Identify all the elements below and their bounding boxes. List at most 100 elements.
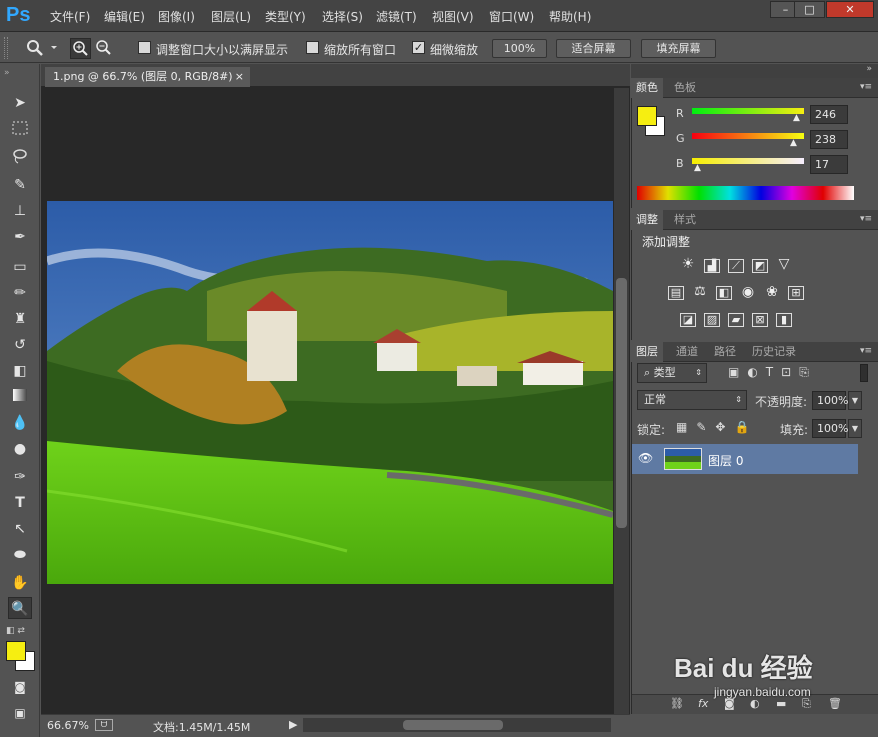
dodge-tool-icon[interactable]: ● [8, 438, 32, 460]
zoom-tool-icon[interactable]: 🔍 [8, 597, 32, 619]
zoom-tool-preset-icon[interactable] [24, 37, 58, 62]
eyedropper-tool-icon[interactable]: ✒ [8, 226, 32, 248]
grip-handle[interactable] [4, 37, 8, 59]
tab-styles[interactable]: 样式 [669, 210, 701, 230]
curves-icon[interactable]: ⟋ [728, 259, 744, 273]
fill-screen-button[interactable]: 填充屏幕 [641, 39, 716, 58]
channel-g-value[interactable]: 238 [810, 130, 848, 149]
menu-type[interactable]: 类型(Y) [265, 8, 306, 25]
hue-saturation-icon[interactable]: ▤ [668, 286, 684, 300]
vibrance-icon[interactable]: ▽ [776, 257, 792, 272]
history-brush-tool-icon[interactable]: ↺ [8, 334, 32, 356]
gradient-tool-icon[interactable] [8, 386, 32, 408]
color-balance-icon[interactable]: ⚖ [692, 285, 708, 300]
scrubby-zoom-checkbox[interactable]: ✓ [412, 41, 425, 54]
black-white-icon[interactable]: ◧ [716, 286, 732, 300]
menu-select[interactable]: 选择(S) [322, 8, 363, 25]
channel-b-slider[interactable] [692, 158, 804, 164]
lock-icons[interactable]: ▦✎✥🔒 [676, 420, 758, 434]
zoom-in-icon[interactable] [70, 38, 91, 59]
selective-color-icon[interactable]: ⊠ [752, 313, 768, 327]
zoom-out-icon[interactable] [94, 38, 115, 59]
document-tab[interactable]: 1.png @ 66.7% (图层 0, RGB/8#) × [45, 67, 250, 87]
blend-mode-dropdown[interactable]: 正常 ⇕ [637, 390, 747, 410]
color-spectrum-bar[interactable] [637, 186, 854, 200]
exposure-icon[interactable]: ◩ [752, 259, 768, 273]
layer-filter-icons[interactable]: ▣◐T⊡⎘ [728, 365, 817, 380]
channel-mixer-icon[interactable]: ❀ [764, 285, 780, 300]
eraser-tool-icon[interactable]: ◧ [8, 360, 32, 382]
quick-select-tool-icon[interactable]: ✎ [8, 174, 32, 196]
zoom-100-button[interactable]: 100% [492, 39, 547, 58]
vertical-scroll-thumb[interactable] [616, 278, 627, 528]
tab-swatches[interactable]: 色板 [669, 78, 701, 98]
tab-channels[interactable]: 通道 [671, 342, 703, 362]
panel-collapse-icon[interactable]: » [866, 64, 872, 74]
tab-history[interactable]: 历史记录 [747, 342, 801, 362]
channel-g-thumb[interactable]: ▲ [790, 138, 797, 148]
gradient-map-icon[interactable]: ▮ [776, 313, 792, 327]
channel-r-value[interactable]: 246 [810, 105, 848, 124]
posterize-icon[interactable]: ▨ [704, 313, 720, 327]
menu-view[interactable]: 视图(V) [432, 8, 474, 25]
crop-tool-icon[interactable]: ⊥ [8, 200, 32, 222]
status-preview-icon[interactable]: ᗨ [95, 719, 113, 731]
opacity-input[interactable]: 100% [812, 391, 848, 410]
layers-panel-menu-icon[interactable]: ▾≡ [860, 346, 872, 356]
zoom-all-checkbox[interactable] [306, 41, 319, 54]
channel-b-value[interactable]: 17 [810, 155, 848, 174]
color-panel-menu-icon[interactable]: ▾≡ [860, 82, 872, 92]
quick-mask-icon[interactable]: ◙ [8, 676, 32, 698]
brush-tool-icon[interactable]: ✏ [8, 282, 32, 304]
menu-file[interactable]: 文件(F) [50, 8, 90, 25]
foreground-color-swatch[interactable] [6, 641, 26, 661]
lasso-tool-icon[interactable] [8, 148, 32, 170]
pen-tool-icon[interactable]: ✑ [8, 466, 32, 488]
adjustments-panel-menu-icon[interactable]: ▾≡ [860, 214, 872, 224]
menu-image[interactable]: 图像(I) [158, 8, 195, 25]
brightness-contrast-icon[interactable]: ☀ [680, 257, 696, 272]
filter-toggle-switch[interactable] [860, 364, 868, 382]
restore-button[interactable]: □ [794, 1, 825, 18]
channel-r-slider[interactable] [692, 108, 804, 114]
opacity-arrow-icon[interactable]: ▼ [848, 391, 862, 410]
path-select-tool-icon[interactable]: ↖ [8, 518, 32, 540]
channel-b-thumb[interactable]: ▲ [694, 163, 701, 173]
close-button[interactable]: ✕ [826, 1, 874, 18]
tab-paths[interactable]: 路径 [709, 342, 741, 362]
stamp-tool-icon[interactable]: ♜ [8, 308, 32, 330]
layer-visibility-eye-icon[interactable]: 👁 [638, 451, 653, 465]
vertical-scrollbar[interactable] [614, 88, 629, 714]
menu-window[interactable]: 窗口(W) [489, 8, 534, 25]
tab-adjustments[interactable]: 调整 [631, 210, 663, 230]
tab-layers[interactable]: 图层 [631, 342, 663, 362]
fill-arrow-icon[interactable]: ▼ [848, 419, 862, 438]
menu-filter[interactable]: 滤镜(T) [376, 8, 417, 25]
resize-windows-checkbox[interactable] [138, 41, 151, 54]
image-canvas[interactable] [47, 201, 613, 584]
blur-tool-icon[interactable]: 💧 [8, 412, 32, 434]
fit-screen-button[interactable]: 适合屏幕 [556, 39, 631, 58]
invert-icon[interactable]: ◪ [680, 313, 696, 327]
tab-color[interactable]: 颜色 [631, 78, 663, 98]
color-panel-foreground-swatch[interactable] [637, 106, 657, 126]
menu-help[interactable]: 帮助(H) [549, 8, 591, 25]
color-lookup-icon[interactable]: ⊞ [788, 286, 804, 300]
document-tab-close-icon[interactable]: × [235, 67, 244, 87]
type-tool-icon[interactable]: T [8, 492, 32, 514]
default-colors-icon[interactable]: ◧ ⇄ [6, 626, 25, 636]
layer-filter-dropdown[interactable]: ⌕ 类型 ⇕ [637, 363, 707, 383]
channel-r-thumb[interactable]: ▲ [793, 113, 800, 123]
ellipse-tool-icon[interactable]: ⬬ [8, 544, 32, 566]
levels-icon[interactable]: ▟ [704, 259, 720, 273]
threshold-icon[interactable]: ▰ [728, 313, 744, 327]
photo-filter-icon[interactable]: ◉ [740, 285, 756, 300]
horizontal-scroll-thumb[interactable] [403, 720, 503, 730]
status-menu-arrow-icon[interactable]: ▶ [289, 718, 297, 731]
layer-row[interactable]: 👁 图层 0 [632, 444, 858, 474]
horizontal-scrollbar[interactable] [303, 718, 611, 732]
screen-mode-icon[interactable]: ▣ [8, 702, 32, 724]
marquee-tool-icon[interactable] [8, 120, 32, 142]
fill-input[interactable]: 100% [812, 419, 848, 438]
hand-tool-icon[interactable]: ✋ [8, 572, 32, 594]
